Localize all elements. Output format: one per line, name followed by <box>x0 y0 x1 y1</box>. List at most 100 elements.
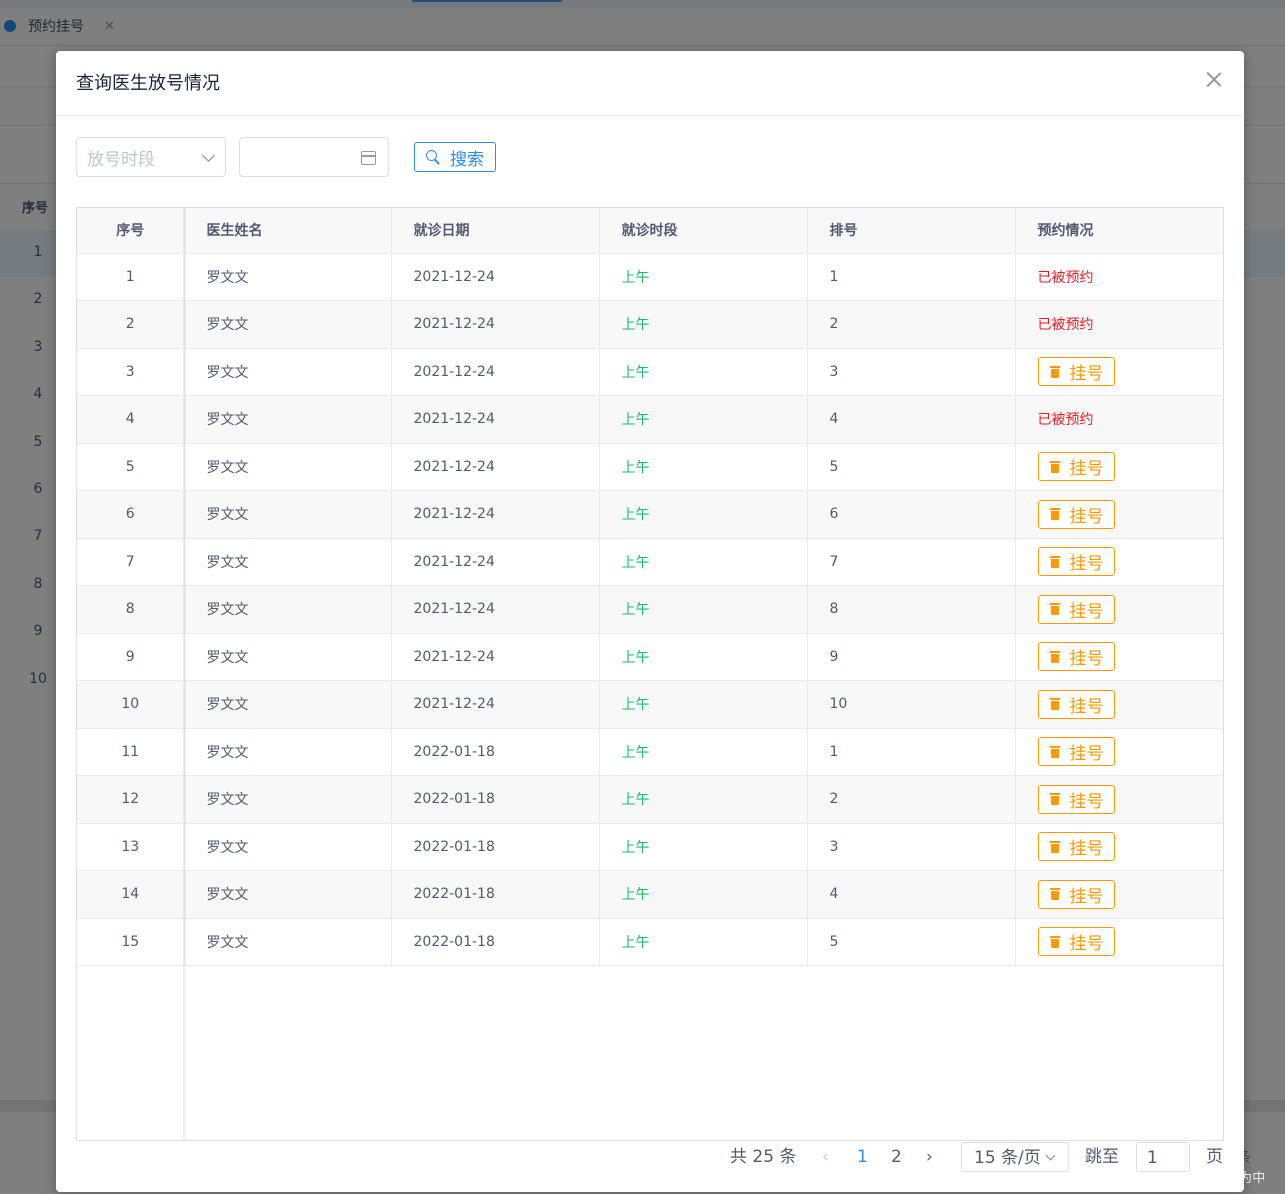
register-button[interactable]: 挂号 <box>1037 689 1115 719</box>
search-button[interactable]: 搜索 <box>414 142 496 172</box>
dialog-header: 查询医生放号情况 <box>56 51 1244 116</box>
cell-doctor-text: 罗文文 <box>206 839 249 856</box>
register-button[interactable]: 挂号 <box>1037 737 1115 767</box>
page-size-select[interactable]: 15 条/页 <box>961 1142 1069 1172</box>
register-button[interactable]: 挂号 <box>1037 547 1115 577</box>
cell-date-text: 2021-12-24 <box>413 458 495 475</box>
cell-period: 上午 <box>599 395 808 444</box>
register-button-label: 挂号 <box>1069 364 1104 385</box>
register-button-label: 挂号 <box>1069 744 1104 765</box>
cell-seq: 14 <box>77 870 185 919</box>
trash-icon <box>1049 603 1060 616</box>
cell-seq: 9 <box>77 633 185 681</box>
cell-seq: 7 <box>77 538 185 586</box>
cell-doctor-text: 罗文文 <box>206 744 249 761</box>
cell-period-text: 上午 <box>621 459 650 476</box>
cell-date-text: 2021-12-24 <box>413 268 495 285</box>
cell-period-text: 上午 <box>621 317 650 334</box>
register-button[interactable]: 挂号 <box>1037 832 1115 862</box>
date-picker-input[interactable] <box>239 137 389 177</box>
cell-period: 上午 <box>599 443 808 491</box>
cell-status: 挂号 <box>1015 443 1223 491</box>
cell-doctor: 罗文文 <box>184 823 392 871</box>
cell-doctor-text: 罗文文 <box>206 554 249 571</box>
cell-status: 挂号 <box>1015 585 1223 634</box>
register-button[interactable]: 挂号 <box>1037 879 1115 909</box>
jump-label: 跳至 <box>1085 1147 1119 1167</box>
pagination: 共 25 条 ‹ 1 2 › 15 条/页 跳至 1 页 <box>730 1142 1230 1172</box>
close-icon[interactable] <box>1204 69 1224 89</box>
cell-doctor: 罗文文 <box>184 300 392 349</box>
cell-period: 上午 <box>599 490 808 539</box>
cell-doctor: 罗文文 <box>184 870 392 919</box>
cell-number-text: 4 <box>829 886 839 903</box>
cell-seq: 12 <box>77 775 185 824</box>
cell-number-text: 10 <box>829 696 848 713</box>
cell-date: 2022-01-18 <box>391 728 600 776</box>
cell-doctor-text: 罗文文 <box>206 792 249 809</box>
cell-period: 上午 <box>599 918 808 966</box>
period-select[interactable]: 放号时段 <box>76 137 226 177</box>
register-button-label: 挂号 <box>1069 696 1104 717</box>
cell-seq: 8 <box>77 585 185 634</box>
cell-doctor: 罗文文 <box>184 490 392 539</box>
cell-date-text: 2022-01-18 <box>413 838 495 855</box>
register-button[interactable]: 挂号 <box>1037 927 1115 957</box>
search-button-label: 搜索 <box>450 149 484 170</box>
table-row: 13 罗文文 2022-01-18 上午 3 挂号 <box>77 823 1223 871</box>
table-row: 2 罗文文 2021-12-24 上午 2 已被预约 <box>77 300 1223 349</box>
pagination-prev-button[interactable]: ‹ <box>822 1142 829 1172</box>
cell-date: 2021-12-24 <box>391 443 600 491</box>
cell-period: 上午 <box>599 538 808 586</box>
pagination-next-button[interactable]: › <box>926 1142 933 1172</box>
cell-period: 上午 <box>599 775 808 824</box>
cell-period-text: 上午 <box>621 792 650 809</box>
table-row: 4 罗文文 2021-12-24 上午 4 已被预约 <box>77 395 1223 444</box>
cell-number: 5 <box>807 443 1016 491</box>
cell-date: 2021-12-24 <box>391 490 600 539</box>
register-button[interactable]: 挂号 <box>1037 499 1115 529</box>
cell-doctor-text: 罗文文 <box>206 269 249 286</box>
cell-seq-text: 6 <box>125 506 135 523</box>
register-button[interactable]: 挂号 <box>1037 784 1115 814</box>
register-button[interactable]: 挂号 <box>1037 452 1115 482</box>
cell-period: 上午 <box>599 300 808 349</box>
register-button[interactable]: 挂号 <box>1037 357 1115 387</box>
cell-period: 上午 <box>599 728 808 776</box>
cell-status: 已被预约 <box>1015 253 1223 301</box>
cell-seq: 1 <box>77 253 185 301</box>
register-button[interactable]: 挂号 <box>1037 642 1115 672</box>
cell-period-text: 上午 <box>621 839 650 856</box>
dialog-title: 查询医生放号情况 <box>76 73 220 94</box>
cell-doctor-text: 罗文文 <box>206 697 249 714</box>
pagination-page-2[interactable]: 2 <box>891 1142 902 1172</box>
cell-period-text: 上午 <box>621 649 650 666</box>
cell-status: 挂号 <box>1015 348 1223 396</box>
table-row: 9 罗文文 2021-12-24 上午 9 挂号 <box>77 633 1223 681</box>
cell-doctor: 罗文文 <box>184 395 392 444</box>
cell-status: 挂号 <box>1015 680 1223 729</box>
cell-date-text: 2021-12-24 <box>413 696 495 713</box>
page-size-value: 15 条/页 <box>974 1148 1041 1168</box>
cell-date-text: 2021-12-24 <box>413 648 495 665</box>
table-row: 15 罗文文 2022-01-18 上午 5 挂号 <box>77 918 1223 966</box>
register-button-label: 挂号 <box>1069 601 1104 622</box>
register-button[interactable]: 挂号 <box>1037 594 1115 624</box>
pagination-page-1[interactable]: 1 <box>857 1142 868 1172</box>
trash-icon <box>1049 698 1060 711</box>
cell-doctor: 罗文文 <box>184 253 392 301</box>
cell-date-text: 2022-01-18 <box>413 886 495 903</box>
cell-seq-text: 4 <box>125 411 135 428</box>
cell-number: 3 <box>807 823 1016 871</box>
booked-status: 已被预约 <box>1037 412 1094 429</box>
cell-date: 2021-12-24 <box>391 395 600 444</box>
cell-seq: 4 <box>77 395 185 444</box>
table-row: 5 罗文文 2021-12-24 上午 5 挂号 <box>77 443 1223 491</box>
table-body: 1 罗文文 2021-12-24 上午 1 已被预约 2 罗文文 2021-12-24 上午 2 已被… <box>77 253 1223 966</box>
cell-seq-text: 11 <box>121 743 140 760</box>
cell-period-text: 上午 <box>621 507 650 524</box>
cell-date-text: 2021-12-24 <box>413 553 495 570</box>
register-button-label: 挂号 <box>1069 934 1104 955</box>
cell-date: 2021-12-24 <box>391 300 600 349</box>
cell-number: 2 <box>807 775 1016 824</box>
